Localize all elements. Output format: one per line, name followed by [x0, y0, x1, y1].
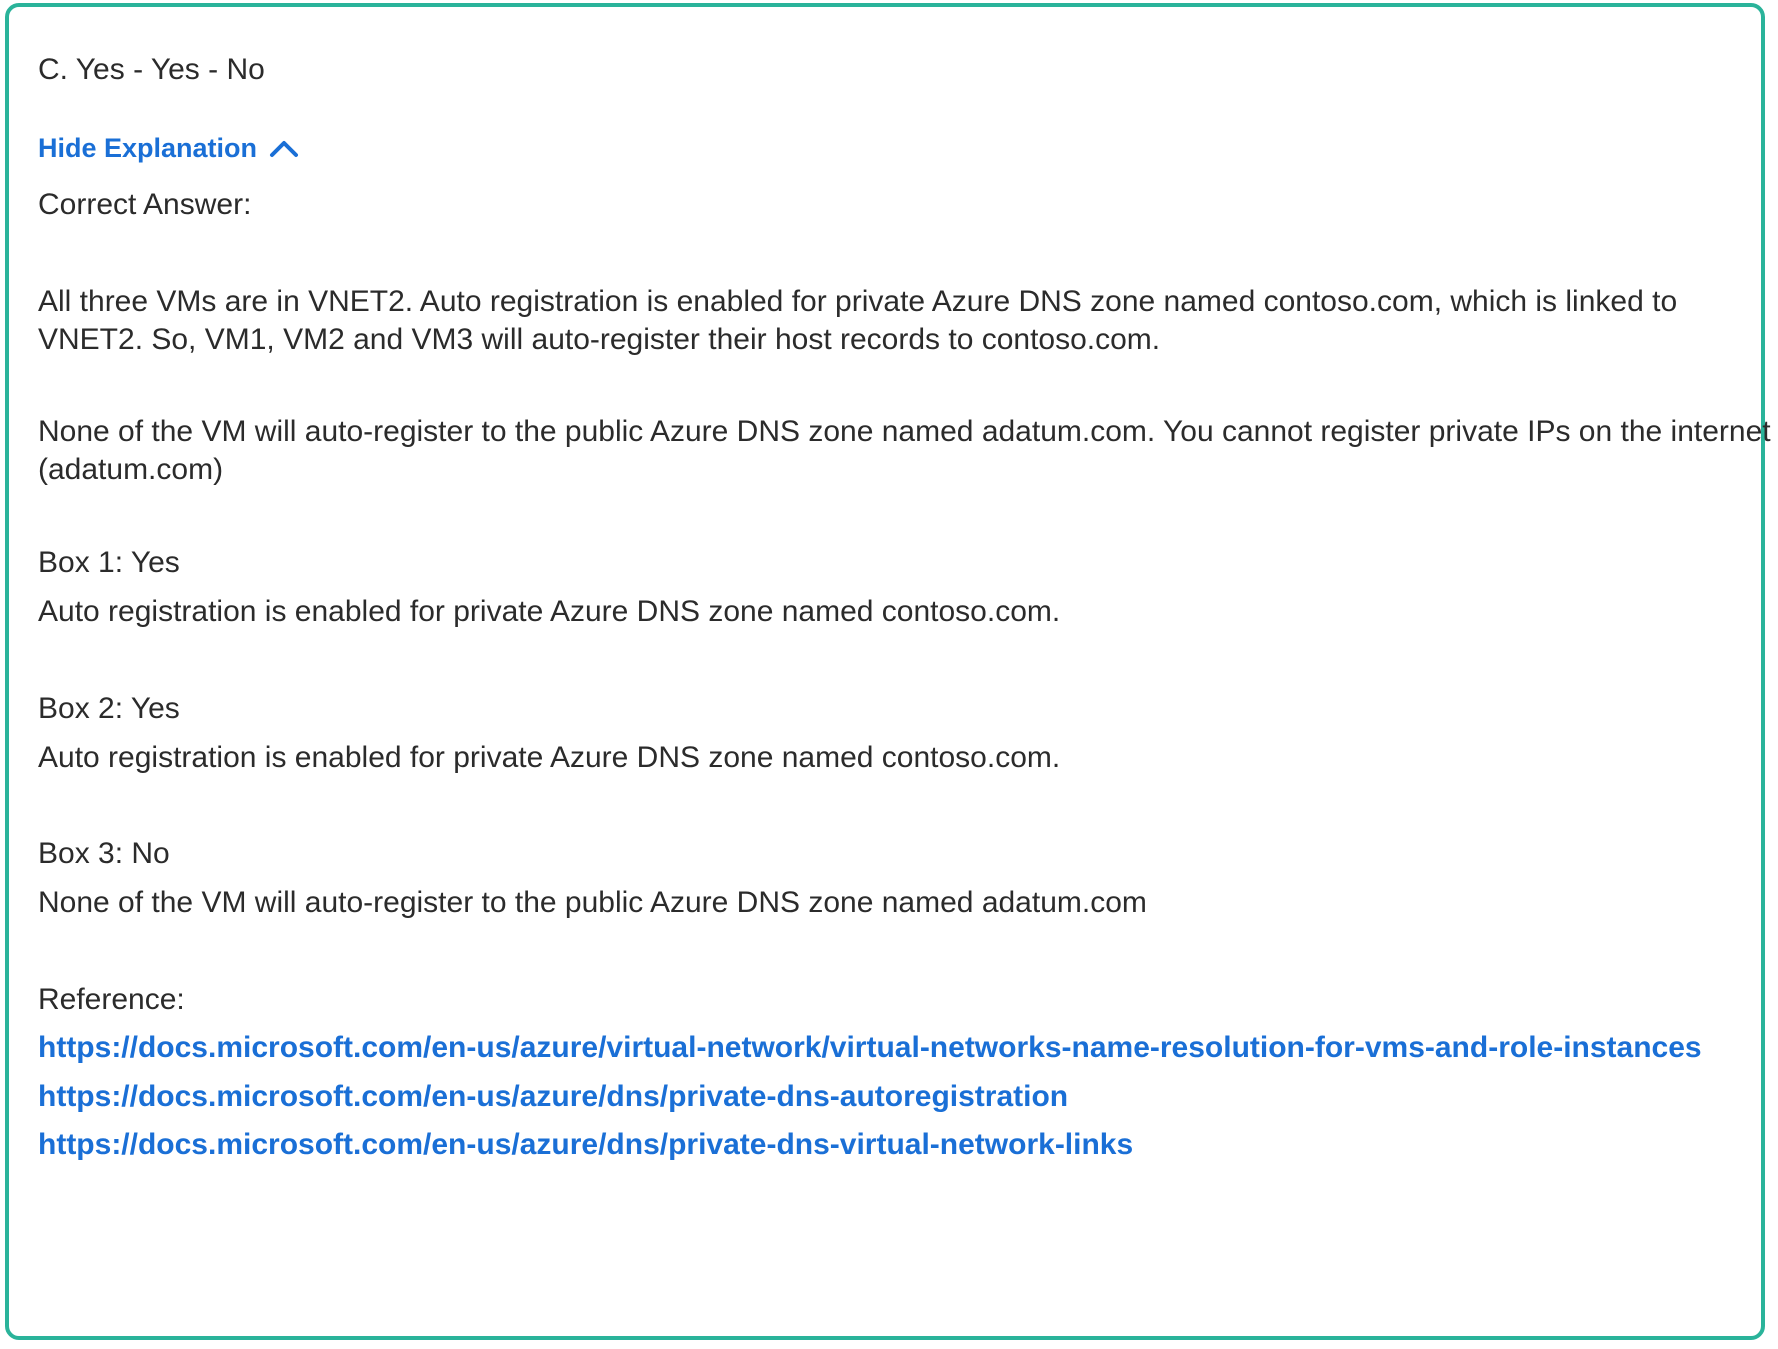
reference-link-1[interactable]: https://docs.microsoft.com/en-us/azure/v…	[38, 1029, 1702, 1067]
reference-link-2[interactable]: https://docs.microsoft.com/en-us/azure/d…	[38, 1078, 1068, 1116]
reference-link-3[interactable]: https://docs.microsoft.com/en-us/azure/d…	[38, 1126, 1133, 1164]
box-2-title: Box 2: Yes	[38, 692, 180, 725]
explanation-paragraph-2: None of the VM will auto-register to the…	[38, 415, 1771, 486]
explanation-paragraph-1: All three VMs are in VNET2. Auto registr…	[38, 285, 1678, 356]
chevron-up-icon[interactable]	[269, 138, 299, 158]
selected-answer: C. Yes - Yes - No	[38, 53, 265, 86]
reference-heading: Reference:	[38, 983, 185, 1016]
box-1-title: Box 1: Yes	[38, 546, 180, 579]
correct-answer-heading: Correct Answer:	[38, 188, 252, 221]
box-3-title: Box 3: No	[38, 837, 170, 870]
hide-explanation-toggle[interactable]: Hide Explanation	[38, 130, 299, 166]
hide-explanation-label[interactable]: Hide Explanation	[38, 130, 257, 166]
box-3-detail: None of the VM will auto-register to the…	[38, 886, 1147, 919]
explanation-card: C. Yes - Yes - No Hide Explanation Corre…	[5, 3, 1771, 1340]
box-1-detail: Auto registration is enabled for private…	[38, 595, 1061, 628]
box-2-detail: Auto registration is enabled for private…	[38, 741, 1061, 774]
